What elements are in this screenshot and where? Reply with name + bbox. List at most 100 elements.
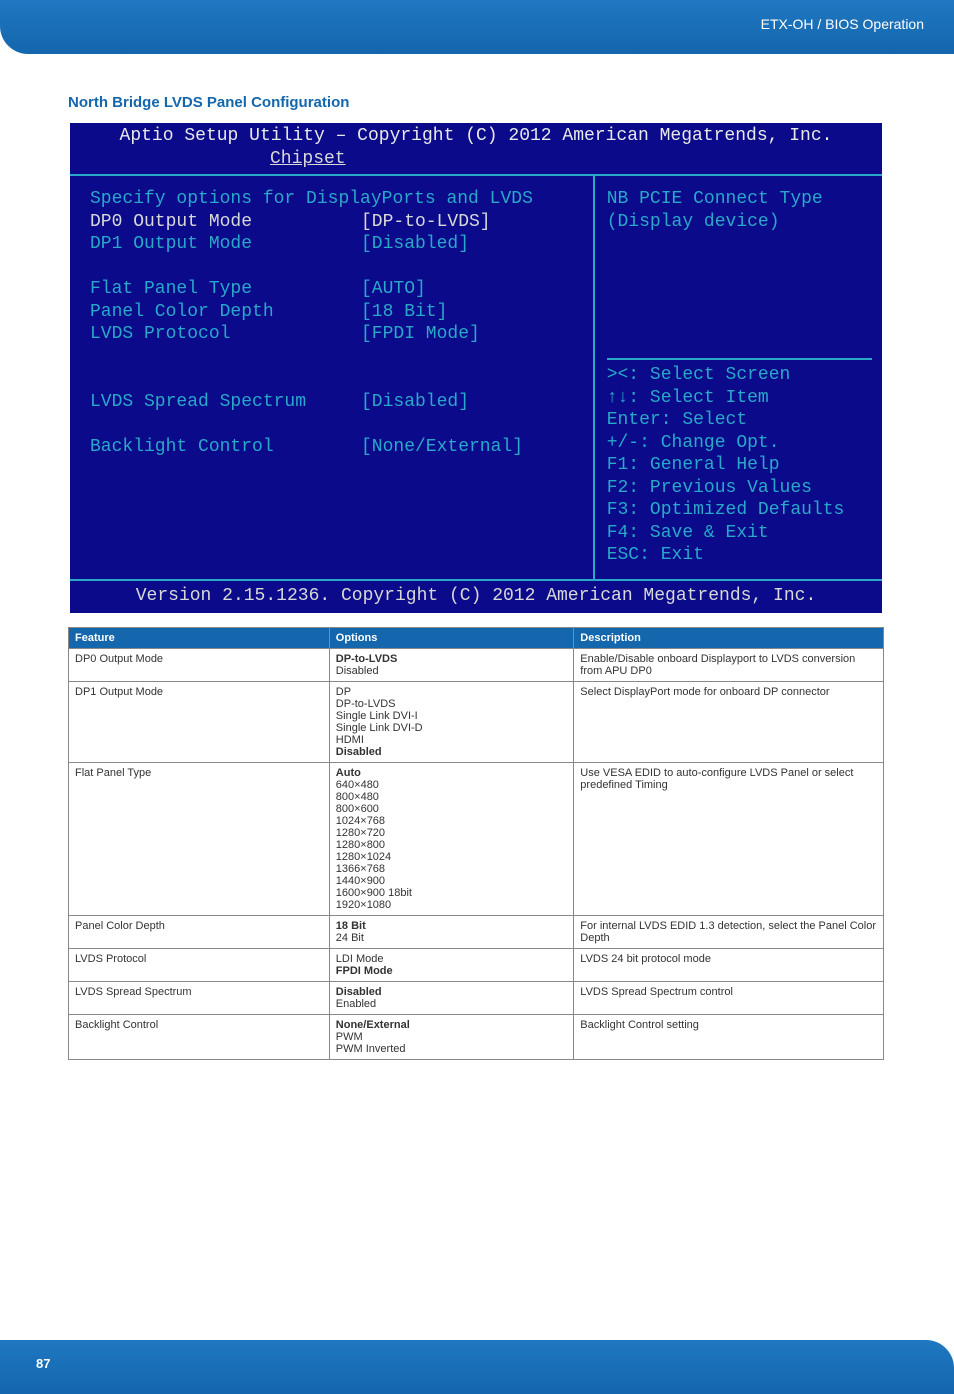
cell-description: Use VESA EDID to auto-configure LVDS Pan… [574, 763, 884, 916]
bios-item-value: [DP-to-LVDS] [361, 211, 583, 234]
bios-item-dp1[interactable]: DP1 Output Mode [Disabled] [90, 233, 583, 256]
content-area: North Bridge LVDS Panel Configuration Ap… [0, 54, 954, 1080]
bios-item-label: DP0 Output Mode [90, 211, 361, 234]
bios-nav-hint: ><: Select Screen [607, 364, 872, 387]
bios-item-lvds-protocol[interactable]: LVDS Protocol [FPDI Mode] [90, 323, 583, 346]
table-row: LVDS Spread SpectrumDisabledEnabledLVDS … [69, 982, 884, 1015]
bios-nav-hint: +/-: Change Opt. [607, 432, 872, 455]
option-value: None/External [336, 1019, 568, 1031]
bios-help-line: NB PCIE Connect Type [607, 188, 872, 211]
bios-item-label: Flat Panel Type [90, 278, 361, 301]
cell-feature: DP1 Output Mode [69, 682, 330, 763]
option-value: Disabled [336, 665, 568, 677]
option-value: DP [336, 686, 568, 698]
cell-feature: Flat Panel Type [69, 763, 330, 916]
cell-options: 18 Bit24 Bit [329, 916, 574, 949]
option-value: DP-to-LVDS [336, 698, 568, 710]
cell-options: None/ExternalPWMPWM Inverted [329, 1015, 574, 1060]
section-title: North Bridge LVDS Panel Configuration [68, 94, 884, 111]
bios-item-label: Backlight Control [90, 436, 361, 459]
col-header-feature: Feature [69, 628, 330, 649]
cell-description: For internal LVDS EDID 1.3 detection, se… [574, 916, 884, 949]
option-value: Enabled [336, 998, 568, 1010]
bios-help-divider [607, 358, 872, 360]
cell-feature: LVDS Spread Spectrum [69, 982, 330, 1015]
bios-item-value: [FPDI Mode] [361, 323, 583, 346]
option-value: 1366×768 [336, 863, 568, 875]
cell-options: DisabledEnabled [329, 982, 574, 1015]
bios-item-value: [18 Bit] [361, 301, 583, 324]
cell-description: Enable/Disable onboard Displayport to LV… [574, 649, 884, 682]
bios-tab-chipset[interactable]: Chipset [70, 148, 882, 175]
bios-item-label: Panel Color Depth [90, 301, 361, 324]
cell-description: LVDS 24 bit protocol mode [574, 949, 884, 982]
bios-pane-heading: Specify options for DisplayPorts and LVD… [90, 188, 583, 211]
bios-nav-hint: F1: General Help [607, 454, 872, 477]
option-value: DP-to-LVDS [336, 653, 568, 665]
bios-left-pane: Specify options for DisplayPorts and LVD… [70, 176, 595, 579]
bios-right-pane: NB PCIE Connect Type (Display device) ><… [595, 176, 882, 579]
page-header: ETX-OH / BIOS Operation [0, 0, 954, 54]
table-row: DP0 Output ModeDP-to-LVDSDisabledEnable/… [69, 649, 884, 682]
bios-item-panel-color-depth[interactable]: Panel Color Depth [18 Bit] [90, 301, 583, 324]
option-value: 1024×768 [336, 815, 568, 827]
cell-options: LDI ModeFPDI Mode [329, 949, 574, 982]
cell-feature: Backlight Control [69, 1015, 330, 1060]
bios-item-backlight-control[interactable]: Backlight Control [None/External] [90, 436, 583, 459]
table-row: DP1 Output ModeDPDP-to-LVDSSingle Link D… [69, 682, 884, 763]
option-value: LDI Mode [336, 953, 568, 965]
bios-item-value: [None/External] [361, 436, 583, 459]
bios-nav-hint: ESC: Exit [607, 544, 872, 567]
bios-nav-hint: ↑↓: Select Item [607, 387, 872, 410]
bios-item-label: DP1 Output Mode [90, 233, 361, 256]
cell-options: DP-to-LVDSDisabled [329, 649, 574, 682]
page-footer: 87 [0, 1340, 954, 1394]
bios-item-value: [Disabled] [361, 233, 583, 256]
option-value: 1600×900 18bit [336, 887, 568, 899]
bios-item-dp0[interactable]: DP0 Output Mode [DP-to-LVDS] [90, 211, 583, 234]
option-value: PWM [336, 1031, 568, 1043]
bios-nav-hint: F4: Save & Exit [607, 522, 872, 545]
bios-screenshot: Aptio Setup Utility – Copyright (C) 2012… [68, 121, 884, 615]
bios-item-label: LVDS Protocol [90, 323, 361, 346]
bios-title: Aptio Setup Utility – Copyright (C) 2012… [70, 123, 882, 148]
option-value: Auto [336, 767, 568, 779]
bios-item-value: [Disabled] [361, 391, 583, 414]
bios-item-flat-panel-type[interactable]: Flat Panel Type [AUTO] [90, 278, 583, 301]
table-row: Backlight ControlNone/ExternalPWMPWM Inv… [69, 1015, 884, 1060]
header-text: ETX-OH / BIOS Operation [761, 16, 924, 32]
option-value: 800×480 [336, 791, 568, 803]
cell-feature: DP0 Output Mode [69, 649, 330, 682]
cell-description: Backlight Control setting [574, 1015, 884, 1060]
bios-nav-hint: F2: Previous Values [607, 477, 872, 500]
option-value: 18 Bit [336, 920, 568, 932]
option-value: Single Link DVI-D [336, 722, 568, 734]
cell-feature: Panel Color Depth [69, 916, 330, 949]
table-row: LVDS ProtocolLDI ModeFPDI ModeLVDS 24 bi… [69, 949, 884, 982]
option-value: 800×600 [336, 803, 568, 815]
option-value: 1280×1024 [336, 851, 568, 863]
bios-item-spread-spectrum[interactable]: LVDS Spread Spectrum [Disabled] [90, 391, 583, 414]
option-value: 1440×900 [336, 875, 568, 887]
bios-item-value: [AUTO] [361, 278, 583, 301]
page-number: 87 [36, 1356, 50, 1371]
bios-help-line: (Display device) [607, 211, 872, 234]
table-header-row: Feature Options Description [69, 628, 884, 649]
option-value: FPDI Mode [336, 965, 568, 977]
bios-item-label: LVDS Spread Spectrum [90, 391, 361, 414]
option-value: Single Link DVI-I [336, 710, 568, 722]
feature-table: Feature Options Description DP0 Output M… [68, 627, 884, 1060]
col-header-options: Options [329, 628, 574, 649]
option-value: Disabled [336, 746, 568, 758]
option-value: 1280×800 [336, 839, 568, 851]
col-header-description: Description [574, 628, 884, 649]
option-value: Disabled [336, 986, 568, 998]
cell-feature: LVDS Protocol [69, 949, 330, 982]
option-value: 24 Bit [336, 932, 568, 944]
cell-description: Select DisplayPort mode for onboard DP c… [574, 682, 884, 763]
option-value: 1280×720 [336, 827, 568, 839]
cell-options: Auto640×480800×480800×6001024×7681280×72… [329, 763, 574, 916]
option-value: 1920×1080 [336, 899, 568, 911]
bios-nav-hint: Enter: Select [607, 409, 872, 432]
option-value: PWM Inverted [336, 1043, 568, 1055]
